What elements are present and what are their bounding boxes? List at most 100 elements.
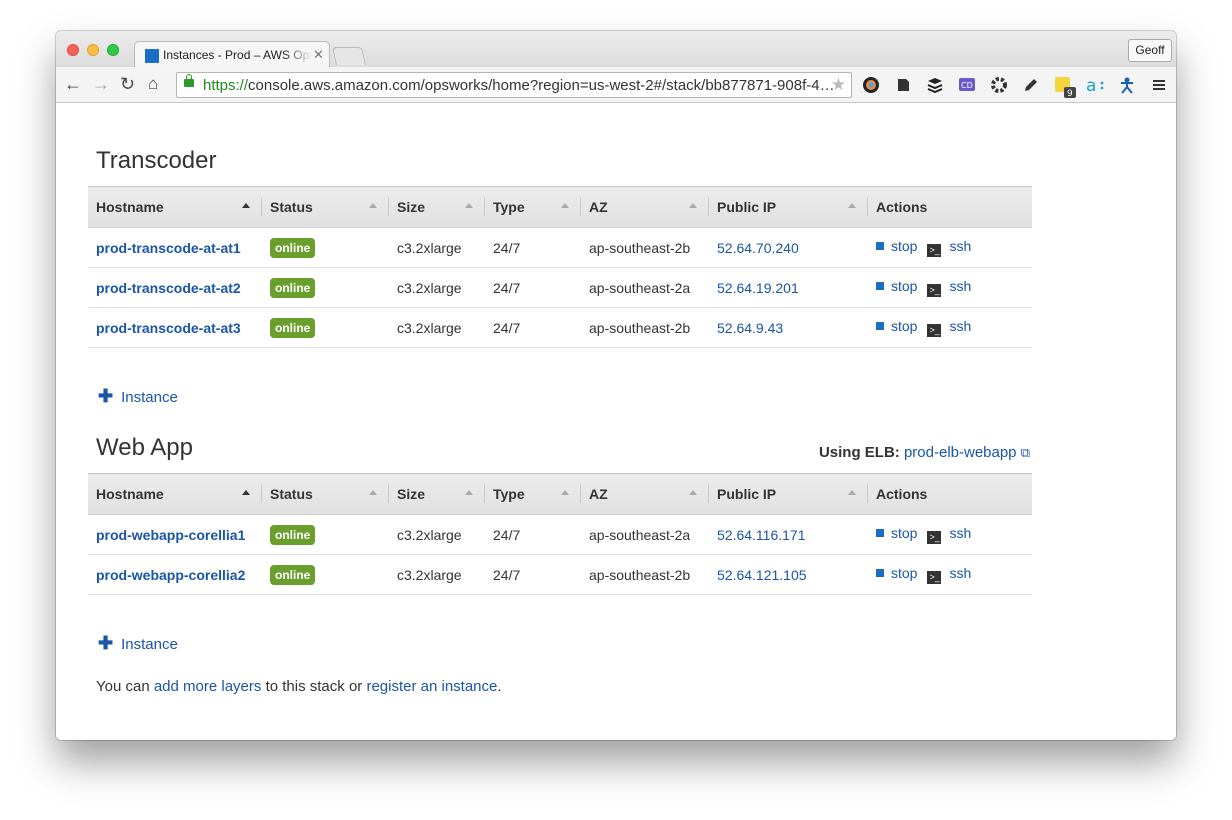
ssh-link[interactable]: ssh: [949, 238, 971, 254]
size-cell: c3.2xlarge: [389, 307, 485, 348]
stop-link[interactable]: stop: [891, 318, 917, 334]
column-header-size[interactable]: Size: [389, 473, 485, 515]
stop-link[interactable]: stop: [891, 278, 917, 294]
minimize-window-button[interactable]: [87, 44, 99, 56]
status-badge: online: [270, 317, 316, 338]
sort-icon: [369, 490, 377, 495]
stop-link[interactable]: stop: [891, 565, 917, 581]
column-header-status[interactable]: Status: [262, 186, 389, 228]
type-cell: 24/7: [485, 307, 581, 348]
browser-tab-active[interactable]: Instances - Prod – AWS OpsWorks ✕: [134, 41, 330, 68]
column-header-az[interactable]: AZ: [581, 186, 709, 228]
elb-label: Using ELB:: [818, 444, 900, 461]
public-ip-link[interactable]: 52.64.70.240: [717, 240, 799, 256]
reload-icon[interactable]: ↻: [120, 74, 135, 94]
public-ip-link[interactable]: 52.64.19.201: [717, 280, 799, 296]
sort-icon: [689, 203, 697, 208]
column-header-actions: Actions: [868, 186, 1032, 228]
tab-close-icon[interactable]: ✕: [313, 47, 324, 63]
ssh-link[interactable]: ssh: [949, 525, 971, 541]
az-cell: ap-southeast-2b: [581, 227, 709, 268]
elb-link[interactable]: prod-elb-webapp: [904, 444, 1017, 461]
add-instance-button-transcoder[interactable]: ✚ Instance: [98, 386, 178, 407]
amazon-assistant-icon[interactable]: a: [1086, 76, 1104, 94]
svg-text:9: 9: [1067, 89, 1073, 98]
column-header-size[interactable]: Size: [389, 186, 485, 228]
size-cell: c3.2xlarge: [389, 227, 485, 268]
column-header-hostname[interactable]: Hostname: [88, 186, 262, 228]
type-cell: 24/7: [485, 267, 581, 308]
url-text: https://console.aws.amazon.com/opsworks/…: [203, 77, 835, 94]
column-header-actions: Actions: [868, 473, 1032, 515]
public-ip-link[interactable]: 52.64.9.43: [717, 320, 783, 336]
table-row: prod-transcode-at-at3 online c3.2xlarge …: [88, 307, 1032, 348]
gear-icon[interactable]: [990, 76, 1008, 94]
back-arrow-icon[interactable]: ←: [64, 74, 82, 94]
new-tab-button[interactable]: [332, 47, 366, 65]
bookmark-star-icon[interactable]: ★: [831, 75, 846, 95]
sort-icon: [848, 203, 856, 208]
hostname-link[interactable]: prod-webapp-corellia1: [96, 527, 245, 543]
page-content: Transcoder Hostname Status Size Type AZ …: [56, 103, 1176, 740]
sort-icon: [848, 490, 856, 495]
add-instance-button-webapp[interactable]: ✚ Instance: [98, 633, 178, 654]
status-badge: online: [270, 524, 316, 545]
column-header-type[interactable]: Type: [485, 186, 581, 228]
type-cell: 24/7: [485, 514, 581, 555]
size-cell: c3.2xlarge: [389, 514, 485, 555]
person-icon[interactable]: [1118, 76, 1136, 94]
forward-arrow-icon[interactable]: →: [92, 74, 110, 94]
stop-link[interactable]: stop: [891, 238, 917, 254]
browser-toolbar: ← → ↻ ⌂ https://console.aws.amazon.com/o…: [56, 67, 1176, 103]
add-more-layers-link[interactable]: add more layers: [154, 678, 262, 695]
ssh-link[interactable]: ssh: [949, 278, 971, 294]
public-ip-link[interactable]: 52.64.116.171: [717, 527, 806, 543]
pencil-icon[interactable]: [1022, 76, 1040, 94]
cd-icon[interactable]: CD: [958, 76, 976, 94]
column-header-hostname[interactable]: Hostname: [88, 473, 262, 515]
close-window-button[interactable]: [67, 44, 79, 56]
external-link-icon[interactable]: ⧉: [1021, 445, 1030, 460]
hostname-link[interactable]: prod-transcode-at-at1: [96, 240, 241, 256]
table-row: prod-transcode-at-at1 online c3.2xlarge …: [88, 227, 1032, 268]
sort-asc-icon: [242, 490, 250, 495]
instances-table-transcoder: Hostname Status Size Type AZ Public IP A…: [88, 186, 1032, 348]
stop-icon: [876, 322, 884, 330]
hostname-link[interactable]: prod-webapp-corellia2: [96, 567, 245, 583]
table-row: prod-webapp-corellia2 online c3.2xlarge …: [88, 554, 1032, 595]
title-bar: Instances - Prod – AWS OpsWorks ✕ Geoff: [56, 31, 1176, 68]
register-instance-link[interactable]: register an instance: [366, 678, 497, 695]
column-header-az[interactable]: AZ: [581, 473, 709, 515]
column-header-type[interactable]: Type: [485, 473, 581, 515]
hostname-link[interactable]: prod-transcode-at-at3: [96, 320, 241, 336]
terminal-icon: >_: [927, 571, 942, 584]
profile-button[interactable]: Geoff: [1128, 39, 1172, 62]
buffer-icon[interactable]: [926, 76, 944, 94]
evernote-icon[interactable]: [894, 76, 912, 94]
public-ip-link[interactable]: 52.64.121.105: [717, 567, 807, 583]
elb-info: Using ELB: prod-elb-webapp ⧉: [819, 444, 1030, 461]
stop-link[interactable]: stop: [891, 525, 917, 541]
column-header-public-ip[interactable]: Public IP: [709, 186, 868, 228]
column-header-status[interactable]: Status: [262, 473, 389, 515]
table-row: prod-webapp-corellia1 online c3.2xlarge …: [88, 514, 1032, 555]
puzzle-icon[interactable]: 9: [1054, 76, 1076, 98]
menu-icon[interactable]: [1150, 76, 1168, 94]
plus-icon: ✚: [98, 386, 114, 406]
hostname-link[interactable]: prod-transcode-at-at2: [96, 280, 241, 296]
color-wheel-icon[interactable]: [862, 76, 880, 94]
home-icon[interactable]: ⌂: [148, 74, 158, 94]
aws-favicon-icon: [145, 49, 159, 63]
size-cell: c3.2xlarge: [389, 267, 485, 308]
ssh-link[interactable]: ssh: [949, 565, 971, 581]
ssh-link[interactable]: ssh: [949, 318, 971, 334]
zoom-window-button[interactable]: [107, 44, 119, 56]
terminal-icon: >_: [927, 244, 942, 257]
layer-title-transcoder: Transcoder: [96, 147, 217, 174]
size-cell: c3.2xlarge: [389, 554, 485, 595]
type-cell: 24/7: [485, 554, 581, 595]
terminal-icon: >_: [927, 284, 942, 297]
address-bar[interactable]: https://console.aws.amazon.com/opsworks/…: [176, 72, 852, 98]
svg-text:CD: CD: [961, 81, 973, 90]
column-header-public-ip[interactable]: Public IP: [709, 473, 868, 515]
